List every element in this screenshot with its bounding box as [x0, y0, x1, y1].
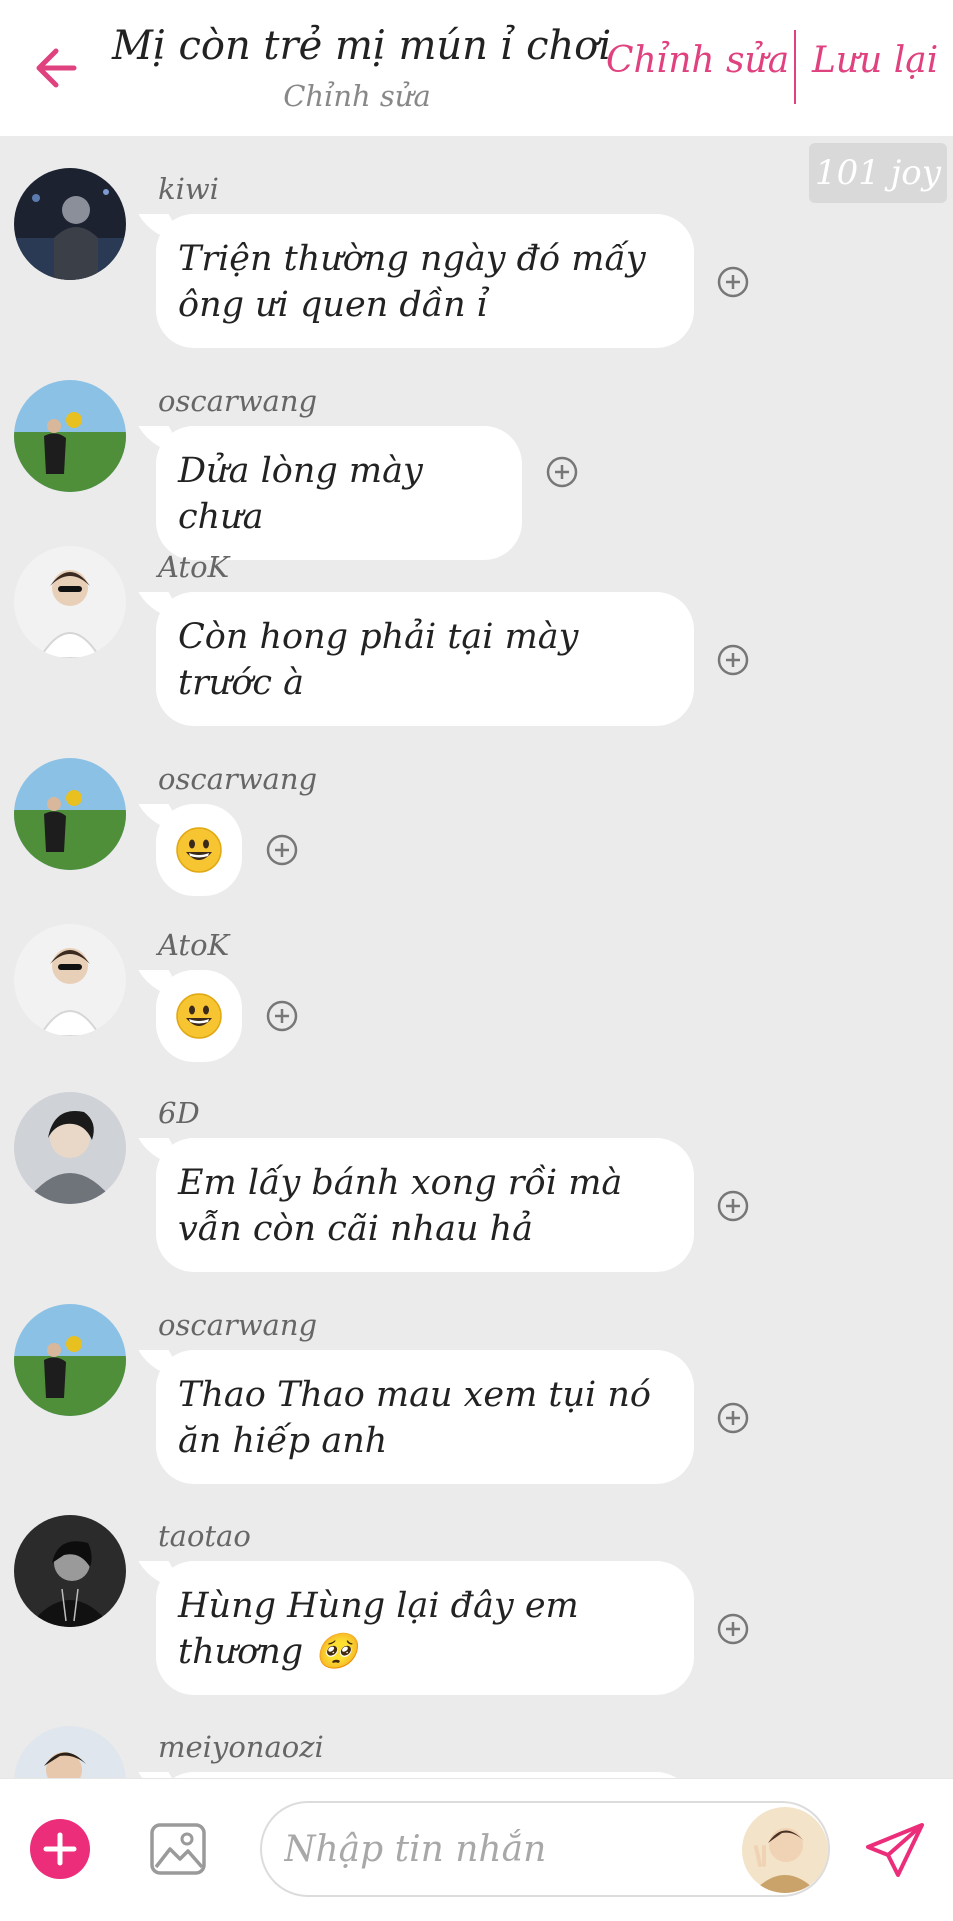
watermark: 101 joy [809, 143, 947, 203]
send-icon [866, 1823, 924, 1877]
message-bubble[interactable]: Em lấy bánh xong rồi mà vẫn còn cãi nhau… [156, 1138, 694, 1272]
message-username: oscarwang [158, 384, 318, 418]
sticker-icon [742, 1807, 828, 1893]
avatar-atok[interactable] [14, 546, 126, 658]
avatar-kiwi[interactable] [14, 168, 126, 280]
avatar-oscarwang[interactable] [14, 1304, 126, 1416]
message-username: taotao [158, 1519, 251, 1553]
message-username: oscarwang [158, 762, 318, 796]
message-username: kiwi [158, 172, 219, 206]
message-bubble[interactable]: Dửa lòng mày chưa [156, 426, 522, 560]
message-list[interactable]: kiwi Triện thường ngày đó mấy ông ưi que… [0, 136, 953, 1778]
add-reaction-icon[interactable] [716, 265, 750, 299]
avatar-taotao[interactable] [14, 1515, 126, 1627]
message-username: AtoK [158, 550, 230, 584]
plus-icon [43, 1832, 77, 1866]
message-username: meiyonaozi [158, 1730, 324, 1764]
avatar-6d[interactable] [14, 1092, 126, 1204]
message-bubble[interactable] [156, 970, 242, 1062]
message-username: oscarwang [158, 1308, 318, 1342]
add-reaction-icon[interactable] [716, 1612, 750, 1646]
message-bubble[interactable]: Còn hong phải tại mày trước à [156, 592, 694, 726]
grinning-face-icon [176, 827, 222, 873]
chat-header: Mị còn trẻ mị mún ỉ chơi Chỉnh sửa Chỉnh… [0, 0, 953, 136]
add-reaction-icon[interactable] [716, 1401, 750, 1435]
header-divider [794, 30, 796, 104]
send-button[interactable] [864, 1821, 926, 1879]
message-bubble[interactable]: Triện thường ngày đó mấy ông ưi quen dần… [156, 214, 694, 348]
image-icon [150, 1823, 206, 1875]
message-username: 6D [158, 1096, 200, 1130]
page-title: Mị còn trẻ mị mún ỉ chơi [112, 23, 612, 69]
add-reaction-icon[interactable] [716, 643, 750, 677]
image-button[interactable] [148, 1819, 208, 1879]
arrow-left-icon [36, 48, 77, 88]
add-reaction-icon[interactable] [265, 833, 299, 867]
avatar-meiyonaozi[interactable] [14, 1726, 126, 1778]
avatar-atok[interactable] [14, 924, 126, 1036]
avatar-oscarwang[interactable] [14, 380, 126, 492]
add-reaction-icon[interactable] [545, 455, 579, 489]
title-block: Mị còn trẻ mị mún ỉ chơi Chỉnh sửa [112, 18, 612, 114]
add-reaction-icon[interactable] [716, 1189, 750, 1223]
sticker-button[interactable] [742, 1807, 828, 1893]
add-reaction-icon[interactable] [265, 999, 299, 1033]
back-button[interactable] [28, 38, 88, 98]
grinning-face-icon [176, 993, 222, 1039]
message-bubble[interactable] [156, 804, 242, 896]
message-bubble[interactable]: Thao Thao mau xem tụi nó ăn hiếp anh [156, 1350, 694, 1484]
message-bubble[interactable]: Hùng Hùng lại đây em thương 🥺 [156, 1561, 694, 1695]
message-composer [0, 1778, 953, 1921]
add-attachment-button[interactable] [30, 1819, 90, 1879]
avatar-oscarwang[interactable] [14, 758, 126, 870]
page-subtitle: Chỉnh sửa [283, 79, 431, 113]
message-username: AtoK [158, 928, 230, 962]
save-button[interactable]: Lưu lại [812, 40, 938, 81]
edit-button[interactable]: Chỉnh sửa [606, 40, 789, 81]
